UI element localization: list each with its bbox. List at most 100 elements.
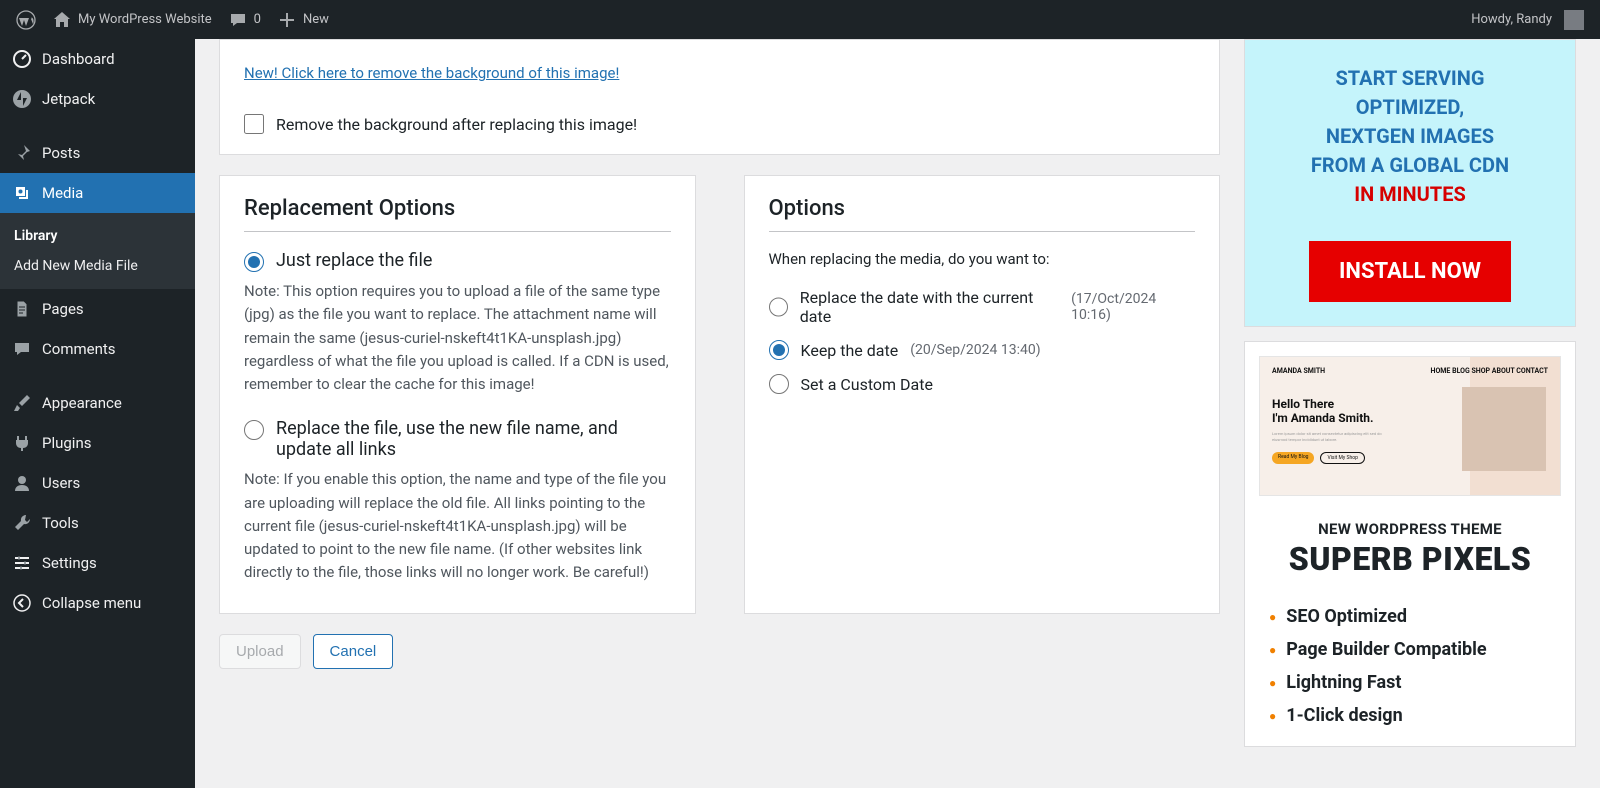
- sidebar-item-label: Posts: [42, 144, 80, 162]
- sidebar-item-label: Comments: [42, 340, 116, 358]
- theme-feature: Lightning Fast: [1259, 666, 1561, 699]
- plus-icon: [277, 10, 297, 30]
- submenu-library[interactable]: Library: [0, 221, 195, 251]
- promo-line: OPTIMIZED,: [1269, 93, 1551, 122]
- radio-replace-date[interactable]: [769, 297, 788, 317]
- sidebar-item-media[interactable]: Media: [0, 173, 195, 213]
- wrench-icon: [12, 513, 32, 533]
- sidebar-item-label: Plugins: [42, 434, 91, 452]
- option-note: Note: If you enable this option, the nam…: [244, 468, 671, 584]
- comments-icon: [12, 339, 32, 359]
- shot-lorem: Lorem ipsum dolor sit amet consectetur a…: [1272, 431, 1392, 442]
- option-note: Note: This option requires you to upload…: [244, 280, 671, 396]
- admin-sidebar: Dashboard Jetpack Posts Media Library Ad…: [0, 39, 195, 788]
- install-now-button[interactable]: INSTALL NOW: [1309, 241, 1511, 302]
- radio-just-replace[interactable]: [244, 252, 264, 272]
- theme-feature: SEO Optimized: [1259, 600, 1561, 633]
- option-label: Just replace the file: [276, 250, 432, 271]
- avatar: [1564, 10, 1584, 30]
- upload-button[interactable]: Upload: [219, 634, 301, 669]
- sidebar-item-dashboard[interactable]: Dashboard: [0, 39, 195, 79]
- my-account-link[interactable]: Howdy, Randy: [1463, 0, 1592, 39]
- site-home-link[interactable]: My WordPress Website: [44, 0, 220, 39]
- comments-link[interactable]: 0: [220, 0, 269, 39]
- wp-logo[interactable]: [8, 0, 44, 39]
- option-label: Keep the date: [801, 341, 899, 360]
- sidebar-item-comments[interactable]: Comments: [0, 329, 195, 369]
- user-icon: [12, 473, 32, 493]
- sidebar-item-pages[interactable]: Pages: [0, 289, 195, 329]
- shot-button: Visit My Shop: [1320, 452, 1364, 464]
- jetpack-icon: [12, 89, 32, 109]
- sidebar-item-label: Pages: [42, 300, 84, 318]
- sidebar-item-plugins[interactable]: Plugins: [0, 423, 195, 463]
- admin-toolbar: My WordPress Website 0 New Howdy, Randy: [0, 0, 1600, 39]
- plug-icon: [12, 433, 32, 453]
- sliders-icon: [12, 553, 32, 573]
- vertical-scrollbar[interactable]: ▲: [1582, 0, 1600, 788]
- greeting: Howdy, Randy: [1471, 12, 1552, 27]
- theme-screenshot: AMANDA SMITH HOME BLOG SHOP ABOUT CONTAC…: [1259, 356, 1561, 496]
- options-intro: When replacing the media, do you want to…: [769, 250, 1196, 268]
- media-icon: [12, 183, 32, 203]
- cancel-button[interactable]: Cancel: [313, 634, 394, 669]
- panel-heading: Options: [769, 196, 1196, 232]
- sidebar-item-label: Settings: [42, 554, 97, 572]
- theme-name: SUPERB PIXELS: [1259, 540, 1561, 578]
- remove-bg-link[interactable]: New! Click here to remove the background…: [244, 64, 619, 82]
- sidebar-item-posts[interactable]: Posts: [0, 133, 195, 173]
- sidebar-item-jetpack[interactable]: Jetpack: [0, 79, 195, 119]
- date-option-custom[interactable]: Set a Custom Date: [769, 374, 933, 394]
- sidebar-item-label: Media: [42, 184, 83, 202]
- shot-brand: AMANDA SMITH: [1272, 367, 1325, 375]
- media-submenu: Library Add New Media File: [0, 213, 195, 289]
- collapse-icon: [12, 593, 32, 613]
- replace-option-new-name[interactable]: Replace the file, use the new file name,…: [244, 418, 671, 460]
- date-value: (17/Oct/2024 10:16): [1071, 291, 1195, 323]
- option-label: Set a Custom Date: [801, 375, 933, 394]
- action-buttons: Upload Cancel: [219, 634, 1220, 669]
- sidebar-item-label: Users: [42, 474, 80, 492]
- collapse-menu[interactable]: Collapse menu: [0, 583, 195, 623]
- sidebar-item-users[interactable]: Users: [0, 463, 195, 503]
- comment-icon: [228, 10, 248, 30]
- radio-custom-date[interactable]: [769, 374, 789, 394]
- pin-icon: [12, 143, 32, 163]
- sidebar-item-appearance[interactable]: Appearance: [0, 383, 195, 423]
- new-label: New: [303, 12, 329, 27]
- wordpress-icon: [16, 10, 36, 30]
- date-value: (20/Sep/2024 13:40): [910, 342, 1040, 358]
- shot-photo: [1462, 387, 1546, 471]
- main-content: New! Click here to remove the background…: [195, 39, 1600, 788]
- radio-new-name[interactable]: [244, 420, 264, 440]
- date-options-panel: Options When replacing the media, do you…: [744, 175, 1221, 614]
- remove-bg-checkbox-row[interactable]: Remove the background after replacing th…: [244, 114, 1195, 134]
- date-option-keep[interactable]: Keep the date: [769, 340, 899, 360]
- option-label: Replace the file, use the new file name,…: [276, 418, 671, 460]
- theme-feature: 1-Click design: [1259, 699, 1561, 732]
- brush-icon: [12, 393, 32, 413]
- promo-line: FROM A GLOBAL CDN: [1269, 151, 1551, 180]
- promo-line: START SERVING: [1269, 64, 1551, 93]
- radio-keep-date[interactable]: [769, 340, 789, 360]
- comments-count: 0: [254, 12, 261, 27]
- theme-promo: AMANDA SMITH HOME BLOG SHOP ABOUT CONTAC…: [1244, 341, 1576, 747]
- new-content-link[interactable]: New: [269, 0, 337, 39]
- sidebar-item-label: Tools: [42, 514, 79, 532]
- background-removal-box: New! Click here to remove the background…: [219, 39, 1220, 155]
- date-option-replace[interactable]: Replace the date with the current date: [769, 288, 1060, 326]
- collapse-label: Collapse menu: [42, 594, 141, 612]
- sidebar-item-settings[interactable]: Settings: [0, 543, 195, 583]
- submenu-add-new[interactable]: Add New Media File: [0, 251, 195, 281]
- remove-bg-checkbox[interactable]: [244, 114, 264, 134]
- theme-feature: Page Builder Compatible: [1259, 633, 1561, 666]
- promo-line: NEXTGEN IMAGES: [1269, 122, 1551, 151]
- panel-heading: Replacement Options: [244, 196, 671, 232]
- sidebar-item-tools[interactable]: Tools: [0, 503, 195, 543]
- shot-button: Read My Blog: [1272, 452, 1314, 464]
- replace-option-just-replace[interactable]: Just replace the file: [244, 250, 671, 272]
- dashboard-icon: [12, 49, 32, 69]
- pages-icon: [12, 299, 32, 319]
- site-name: My WordPress Website: [78, 12, 212, 27]
- sidebar-item-label: Jetpack: [42, 90, 95, 108]
